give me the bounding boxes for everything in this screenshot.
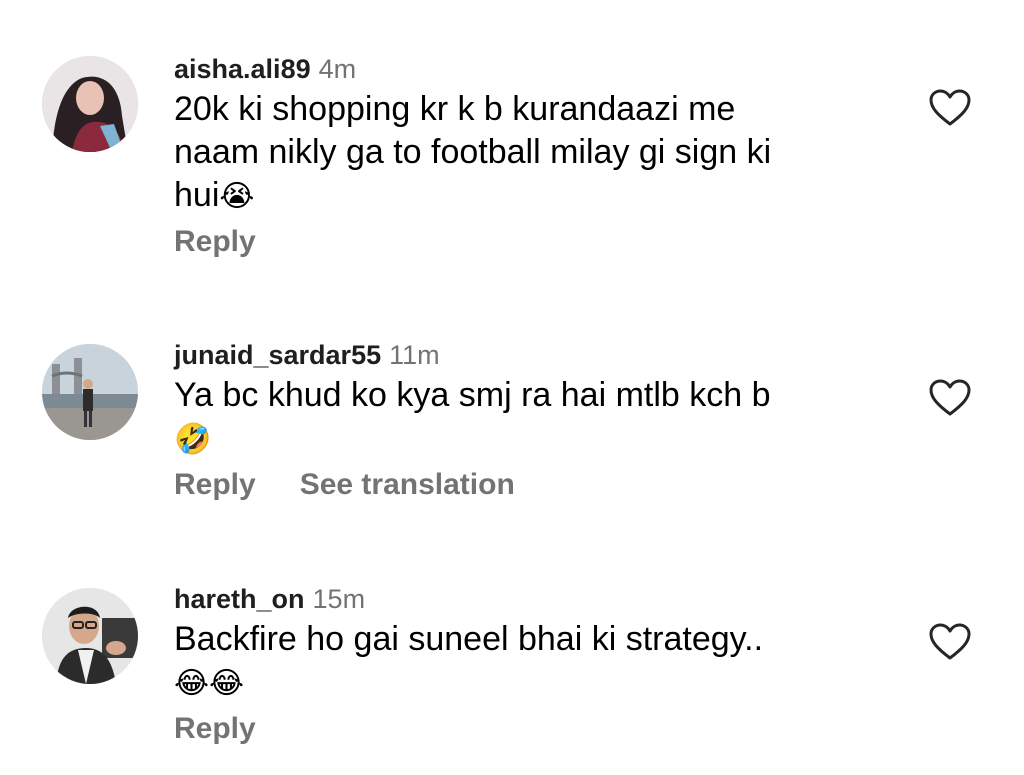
- comment-actions: Reply: [174, 709, 874, 749]
- comment-text-line: Ya bc khud ko kya smj ra hai mtlb kch b: [174, 376, 771, 414]
- comment-text: 20k ki shopping kr k b kurandaazi me naa…: [174, 88, 874, 218]
- comment-meta: aisha.ali89 4m: [174, 52, 874, 86]
- comment-meta: hareth_on 15m: [174, 582, 874, 616]
- comment-text-line: Backfire ho gai suneel bhai ki strategy.…: [174, 620, 764, 658]
- tears-of-joy-emoji: 😂😂: [174, 666, 245, 701]
- comment-text-line: 20k ki shopping kr k b kurandaazi me: [174, 90, 736, 128]
- heart-outline-icon: [929, 623, 971, 660]
- reply-button[interactable]: Reply: [174, 468, 256, 501]
- avatar[interactable]: [42, 344, 138, 440]
- comment-body: hareth_on 15m Backfire ho gai suneel bhai…: [174, 582, 874, 749]
- avatar[interactable]: [42, 56, 138, 152]
- comment-meta: junaid_sardar55 11m: [174, 338, 874, 372]
- username[interactable]: junaid_sardar55: [174, 340, 381, 370]
- timestamp: 15m: [312, 584, 366, 614]
- comment-text: Backfire ho gai suneel bhai ki strategy.…: [174, 618, 874, 705]
- reply-button[interactable]: Reply: [174, 225, 256, 258]
- comment-text-line: hui: [174, 176, 220, 214]
- avatar-image: [42, 56, 138, 152]
- timestamp: 4m: [318, 54, 357, 84]
- heart-outline-icon: [929, 379, 971, 416]
- crying-face-emoji: 😭: [219, 179, 255, 214]
- comment-text-line: naam nikly ga to football milay gi sign …: [174, 133, 772, 171]
- reply-button[interactable]: Reply: [174, 712, 256, 745]
- username[interactable]: hareth_on: [174, 584, 305, 614]
- heart-outline-icon: [929, 89, 971, 126]
- avatar[interactable]: [42, 588, 138, 684]
- avatar-image: [42, 588, 138, 684]
- like-button[interactable]: [928, 88, 972, 128]
- comment-body: junaid_sardar55 11m Ya bc khud ko kya smj…: [174, 338, 874, 505]
- like-button[interactable]: [928, 378, 972, 418]
- comment-actions: Reply See translation: [174, 465, 874, 505]
- rolling-laughing-emoji: 🤣: [174, 422, 212, 457]
- see-translation-button[interactable]: See translation: [300, 468, 515, 501]
- avatar-image: [42, 344, 138, 440]
- like-button[interactable]: [928, 622, 972, 662]
- username[interactable]: aisha.ali89: [174, 54, 311, 84]
- timestamp: 11m: [389, 340, 440, 370]
- comment-body: aisha.ali89 4m 20k ki shopping kr k b kur…: [174, 52, 874, 262]
- comment-actions: Reply: [174, 222, 874, 262]
- comment-text: Ya bc khud ko kya smj ra hai mtlb kch b …: [174, 374, 874, 461]
